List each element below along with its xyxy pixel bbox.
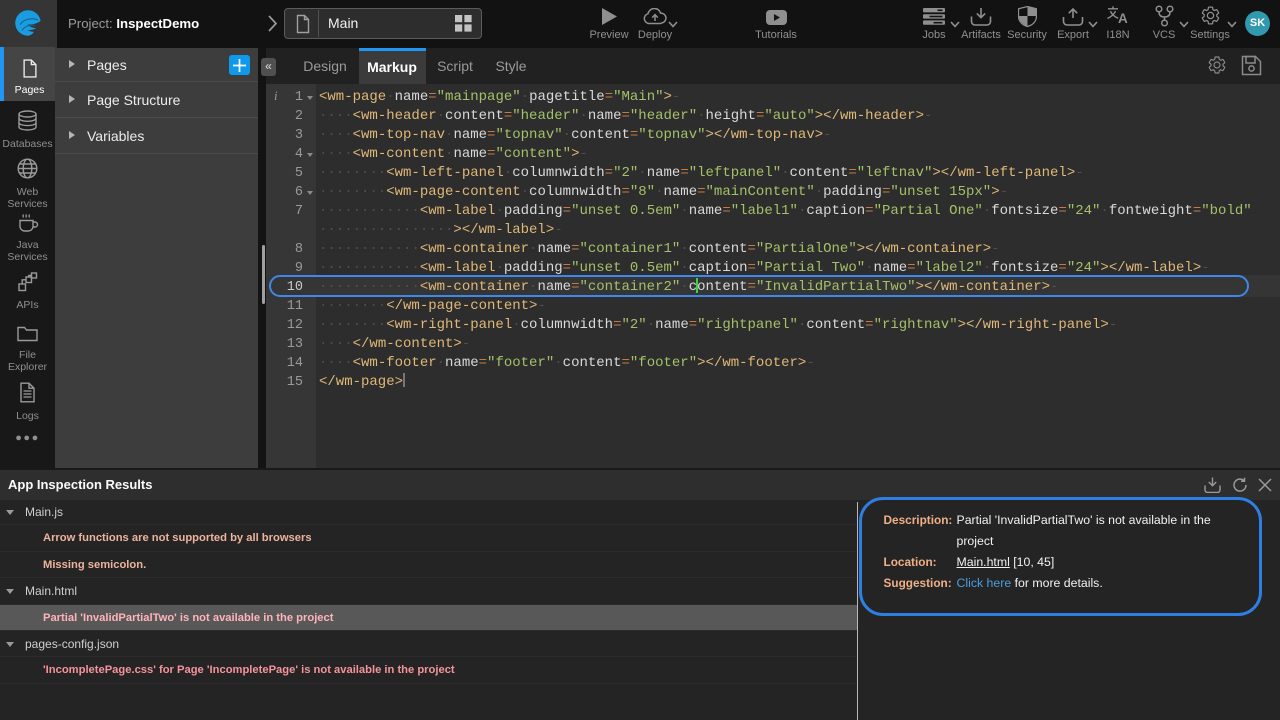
svg-text:A: A — [1118, 11, 1128, 24]
